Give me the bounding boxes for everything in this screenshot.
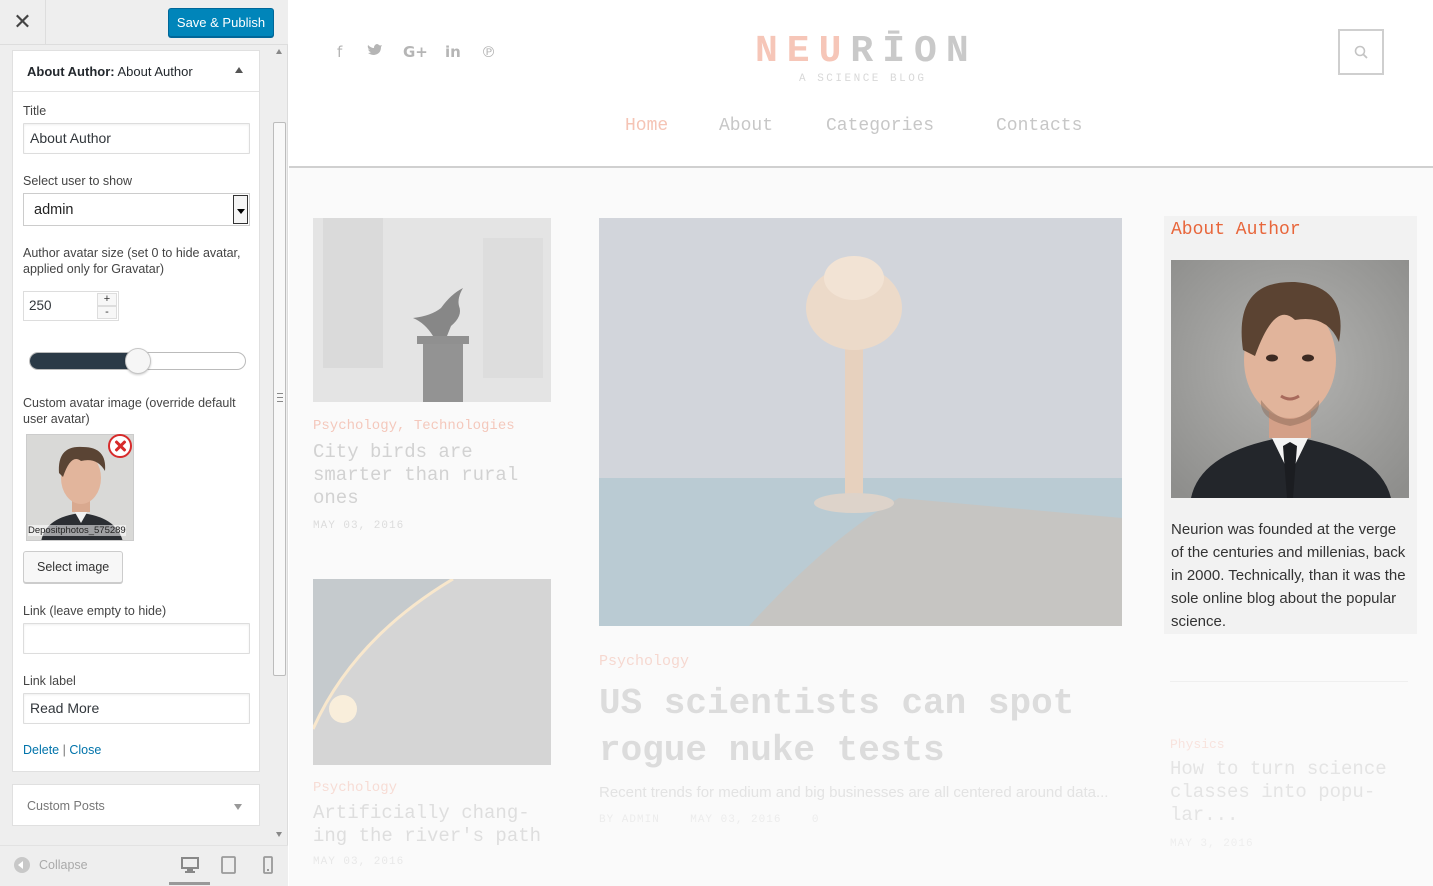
pinterest-icon[interactable]: ℗ [481, 43, 496, 61]
nav-about[interactable]: About [719, 116, 773, 136]
user-select-label: Select user to show [23, 174, 133, 188]
site-preview: f G+ in ℗ NEURĪON A SCIENCE BLOG Home Ab… [289, 0, 1433, 886]
search-icon [1354, 45, 1368, 59]
collapse-label[interactable]: Collapse [39, 858, 88, 872]
user-select[interactable]: admin [23, 193, 250, 226]
mobile-preview-icon[interactable] [259, 856, 277, 874]
custom-avatar-label: Custom avatar image (override default us… [23, 396, 236, 426]
widget-settings-panel: About Author: About Author Title About A… [12, 50, 260, 772]
section-title-rest: About Author [114, 64, 193, 79]
facebook-icon[interactable]: f [337, 43, 342, 61]
linkedin-icon[interactable]: in [445, 43, 461, 61]
avatar-size-value: 250 [29, 298, 52, 313]
collapse-icon[interactable] [14, 857, 30, 873]
post-title[interactable]: City birds are smarter than rural ones [313, 441, 543, 510]
site-header: f G+ in ℗ NEURĪON A SCIENCE BLOG Home Ab… [289, 0, 1433, 168]
scroll-thumb[interactable] [273, 122, 286, 676]
dropdown-arrow-icon[interactable] [233, 195, 248, 224]
featured-post-image[interactable] [599, 218, 1122, 626]
post-date: MAY 03, 2016 [313, 856, 405, 868]
decrement-button[interactable]: - [97, 306, 117, 319]
select-image-button[interactable]: Select image [23, 551, 124, 583]
save-publish-button[interactable]: Save & Publish [168, 8, 274, 37]
search-button[interactable] [1338, 29, 1384, 75]
close-icon[interactable]: ✕ [0, 0, 46, 45]
slider-fill [30, 353, 139, 369]
desktop-preview-icon[interactable] [181, 856, 199, 874]
scroll-grip-icon [277, 393, 283, 402]
thumbnail-caption: Depositphotos_575289 [28, 525, 126, 536]
featured-title[interactable]: US scientists can spot rogue nuke tests [599, 680, 1139, 774]
chevron-up-icon[interactable] [235, 67, 243, 73]
slider-handle[interactable] [125, 348, 151, 374]
featured-excerpt: Recent trends for medium and big busines… [599, 784, 1109, 801]
section-header[interactable]: About Author: About Author [13, 51, 259, 92]
user-select-value: admin [34, 202, 74, 218]
nav-categories[interactable]: Categories [826, 116, 934, 136]
customizer-footer: Collapse [0, 845, 288, 886]
scroll-up-arrow-icon[interactable] [276, 49, 282, 54]
customizer-sidebar: ✕ Save & Publish About Author: About Aut… [0, 0, 288, 886]
remove-image-icon[interactable] [108, 434, 132, 458]
nav-home[interactable]: Home [625, 116, 668, 136]
post-title[interactable]: How to turn science classes into popu-la… [1170, 758, 1415, 827]
custom-posts-section[interactable]: Custom Posts [12, 784, 260, 826]
site-tagline: A SCIENCE BLOG [799, 73, 927, 85]
post-image-birds[interactable] [313, 218, 551, 402]
logo-part-accent: NEU [755, 30, 851, 73]
title-input[interactable]: About Author [23, 123, 250, 154]
title-label: Title [23, 104, 47, 118]
author-photo [1171, 260, 1409, 498]
post-title[interactable]: Artificially chang-ing the river's path [313, 802, 553, 848]
actions-separator: | [59, 743, 70, 757]
post-date: MAY 03, 2016 [313, 520, 405, 532]
custom-posts-label: Custom Posts [27, 799, 105, 813]
author-bio: Neurion was founded at the verge of the … [1171, 521, 1406, 630]
section-title-strong: About Author: [27, 64, 115, 79]
link-label: Link (leave empty to hide) [23, 604, 167, 618]
logo-part-main: RĪON [850, 30, 978, 73]
active-device-indicator [169, 882, 210, 885]
customizer-header: ✕ Save & Publish [0, 0, 288, 45]
tablet-preview-icon[interactable] [220, 856, 238, 874]
widget-actions: Delete | Close [23, 743, 101, 757]
chevron-down-icon[interactable] [234, 804, 242, 810]
link-input[interactable] [23, 623, 250, 654]
post-category[interactable]: Physics [1170, 737, 1225, 752]
post-category[interactable]: Psychology [313, 780, 397, 796]
post-date: MAY 3, 2016 [1170, 838, 1254, 850]
divider [1170, 681, 1408, 682]
site-logo[interactable]: NEURĪON [755, 30, 978, 73]
customizer-app: ✕ Save & Publish About Author: About Aut… [0, 0, 1433, 886]
google-plus-icon[interactable]: G+ [403, 43, 428, 61]
increment-button[interactable]: + [97, 293, 117, 306]
delete-link[interactable]: Delete [23, 743, 59, 757]
post-category[interactable]: Psychology, Technologies [313, 418, 515, 434]
sidebar-scrollbar[interactable] [272, 45, 287, 845]
twitter-icon[interactable] [367, 43, 383, 61]
about-author-widget: About Author Neurion was founded at the … [1164, 216, 1417, 634]
post-image-earth[interactable] [313, 579, 551, 765]
nav-contacts[interactable]: Contacts [996, 116, 1082, 136]
link-text-input[interactable]: Read More [23, 693, 250, 724]
widget-title: About Author [1171, 220, 1301, 240]
featured-category[interactable]: Psychology [599, 653, 689, 670]
avatar-size-label: Author avatar size (set 0 to hide avatar… [23, 246, 241, 276]
close-link[interactable]: Close [69, 743, 101, 757]
avatar-size-input[interactable]: 250 + - [23, 291, 119, 321]
featured-meta: BY ADMIN MAY 03, 2016 0 [599, 814, 820, 826]
scroll-down-arrow-icon[interactable] [276, 832, 282, 837]
link-text-label: Link label [23, 674, 76, 688]
